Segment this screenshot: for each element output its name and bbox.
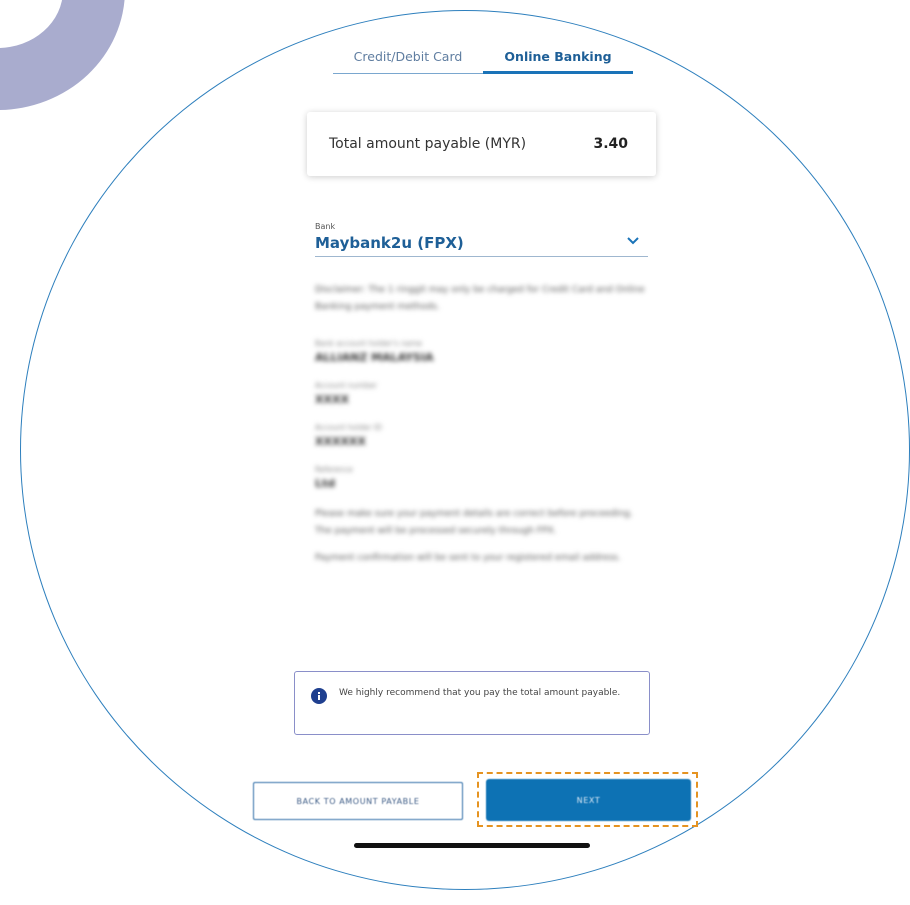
disclaimer-text: Disclaimer: The 1 ringgit may only be ch…: [315, 285, 645, 312]
amount-label: Total amount payable (MYR): [329, 136, 527, 152]
recommendation-notice: We highly recommend that you pay the tot…: [294, 671, 650, 735]
home-indicator: [354, 843, 590, 848]
tab-online-banking[interactable]: Online Banking: [483, 40, 633, 74]
detail-label: Reference: [315, 465, 353, 474]
bank-selected-value: Maybank2u (FPX): [315, 234, 464, 252]
detail-label: Account holder ID: [315, 423, 382, 432]
detail-value: ALLIANZ MALAYSIA: [315, 351, 434, 364]
next-button[interactable]: NEXT: [486, 779, 691, 821]
tab-credit-debit-card[interactable]: Credit/Debit Card: [333, 40, 483, 74]
amount-payable-card: Total amount payable (MYR) 3.40: [307, 112, 656, 176]
back-to-amount-button[interactable]: BACK TO AMOUNT PAYABLE: [253, 782, 463, 820]
confirmation-text: Payment confirmation will be sent to you…: [315, 553, 621, 563]
payment-screen: Credit/Debit Card Online Banking Total a…: [0, 0, 910, 905]
bank-caption: Bank: [315, 222, 336, 231]
bank-select[interactable]: Bank Maybank2u (FPX): [315, 218, 648, 257]
notice-text: We highly recommend that you pay the tot…: [339, 688, 621, 698]
detail-field: Reference Ltd: [315, 464, 648, 492]
phone-screen: Credit/Debit Card Online Banking Total a…: [0, 0, 910, 905]
info-icon: [311, 688, 327, 704]
detail-label: Account number: [315, 381, 377, 390]
bank-details-section: Disclaimer: The 1 ringgit may only be ch…: [315, 282, 648, 589]
instructions-text: Please make sure your payment details ar…: [315, 509, 633, 536]
amount-value: 3.40: [593, 136, 628, 152]
chevron-down-icon: [627, 237, 639, 245]
detail-field: Account holder ID XXXXXX: [315, 422, 648, 450]
detail-field: Account number XXXX: [315, 380, 648, 408]
detail-field: Bank account holder's name ALLIANZ MALAY…: [315, 338, 648, 366]
detail-value: XXXX: [315, 393, 349, 406]
payment-method-tabs: Credit/Debit Card Online Banking: [333, 40, 633, 74]
detail-label: Bank account holder's name: [315, 339, 422, 348]
detail-value: Ltd: [315, 477, 336, 490]
detail-value: XXXXXX: [315, 435, 366, 448]
